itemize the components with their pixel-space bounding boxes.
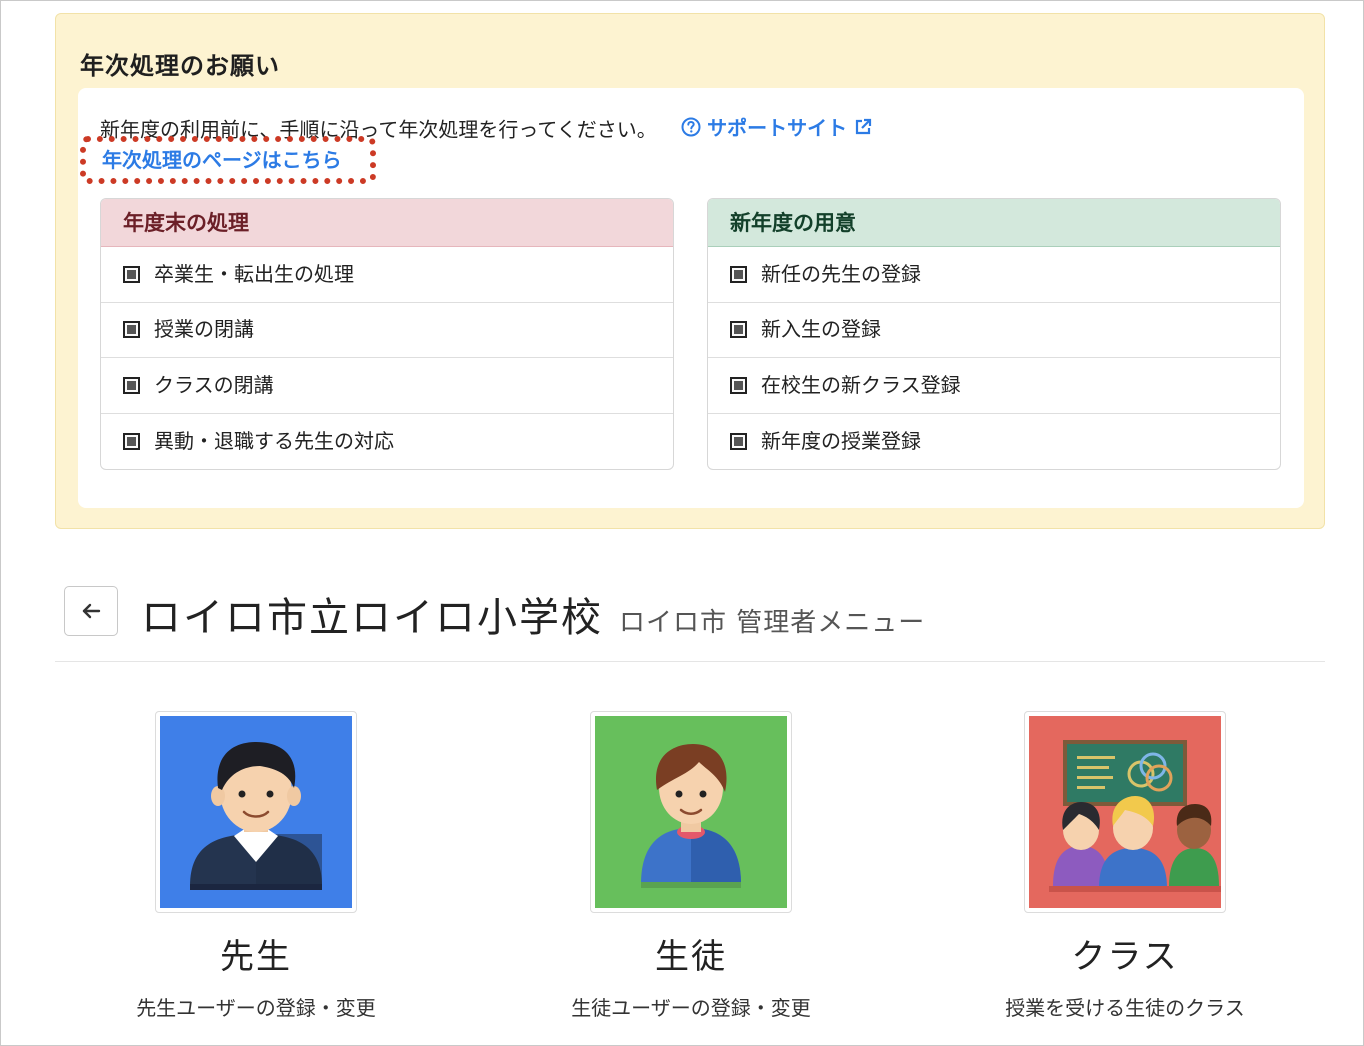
year-end-panel: 年度末の処理 卒業生・転出生の処理 授業の閉講 クラスの閉講 異動・退職する先生… xyxy=(100,198,674,470)
student-menu-card[interactable]: 生徒 生徒ユーザーの登録・変更 xyxy=(541,711,841,1021)
new-year-heading: 新年度の用意 xyxy=(708,199,1280,247)
student-card-description: 生徒ユーザーの登録・変更 xyxy=(571,996,811,1020)
list-item: 新入生の登録 xyxy=(708,303,1280,358)
back-button[interactable] xyxy=(64,586,118,636)
list-item: 授業の閉講 xyxy=(101,303,673,358)
annual-process-notice: 年次処理のお願い 新年度の利用前に、手順に沿って年次処理を行ってください。 サポ… xyxy=(55,13,1325,529)
checkbox-icon xyxy=(123,321,140,339)
teacher-menu-card[interactable]: 先生 先生ユーザーの登録・変更 xyxy=(106,711,406,1021)
checkbox-icon xyxy=(123,265,140,283)
item-label: 授業の閉講 xyxy=(154,317,254,341)
checkbox-icon xyxy=(730,265,747,283)
school-subtitle: ロイロ市 管理者メニュー xyxy=(619,608,926,638)
annual-process-link-label[interactable]: 年次処理のページはこちら xyxy=(102,144,342,173)
year-end-heading: 年度末の処理 xyxy=(101,199,673,247)
teacher-tile[interactable] xyxy=(155,711,357,913)
class-card-description: 授業を受ける生徒のクラス xyxy=(1005,996,1245,1020)
list-item: 卒業生・転出生の処理 xyxy=(101,247,673,303)
item-label: 在校生の新クラス登録 xyxy=(761,372,961,397)
student-card-title: 生徒 xyxy=(655,937,727,977)
list-item: クラスの閉講 xyxy=(101,358,673,414)
class-icon xyxy=(1029,716,1221,908)
checkbox-icon xyxy=(123,432,140,450)
student-icon xyxy=(595,716,787,908)
item-label: クラスの閉講 xyxy=(154,372,274,397)
checkbox-icon xyxy=(123,376,140,394)
checkbox-icon xyxy=(730,321,747,339)
school-header: ロイロ市立ロイロ小学校 ロイロ市 管理者メニュー xyxy=(55,581,1325,662)
checkbox-icon xyxy=(730,432,747,450)
checkbox-icon xyxy=(730,376,747,394)
annual-process-link[interactable]: 年次処理のページはこちら xyxy=(80,136,376,184)
list-item: 異動・退職する先生の対応 xyxy=(101,414,673,470)
new-year-panel: 新年度の用意 新任の先生の登録 新入生の登録 在校生の新クラス登録 新年度の授業… xyxy=(707,198,1281,470)
teacher-card-title: 先生 xyxy=(220,937,292,977)
school-name: ロイロ市立ロイロ小学校 xyxy=(141,595,603,641)
item-label: 新入生の登録 xyxy=(761,317,881,341)
list-item: 新任の先生の登録 xyxy=(708,247,1280,303)
arrow-left-icon xyxy=(82,603,101,619)
student-tile[interactable] xyxy=(590,711,792,913)
teacher-icon xyxy=(160,716,352,908)
notice-title: 年次処理のお願い xyxy=(80,52,280,80)
class-menu-card[interactable]: クラス 授業を受ける生徒のクラス xyxy=(975,711,1275,1021)
list-item: 在校生の新クラス登録 xyxy=(708,358,1280,414)
class-card-title: クラス xyxy=(1071,937,1179,977)
help-circle-icon xyxy=(681,117,701,136)
support-site-link[interactable]: サポートサイト xyxy=(681,112,873,141)
list-item: 新年度の授業登録 xyxy=(708,414,1280,470)
page-title: ロイロ市立ロイロ小学校 ロイロ市 管理者メニュー xyxy=(141,585,925,643)
item-label: 新任の先生の登録 xyxy=(761,261,921,286)
support-site-label: サポートサイト xyxy=(707,116,848,140)
item-label: 卒業生・転出生の処理 xyxy=(154,261,354,286)
notice-body: 新年度の利用前に、手順に沿って年次処理を行ってください。 サポートサイト 年次処… xyxy=(78,88,1304,508)
item-label: 新年度の授業登録 xyxy=(761,428,921,453)
class-tile[interactable] xyxy=(1024,711,1226,913)
item-label: 異動・退職する先生の対応 xyxy=(154,428,394,453)
teacher-card-description: 先生ユーザーの登録・変更 xyxy=(136,996,376,1020)
external-link-icon xyxy=(856,118,872,134)
